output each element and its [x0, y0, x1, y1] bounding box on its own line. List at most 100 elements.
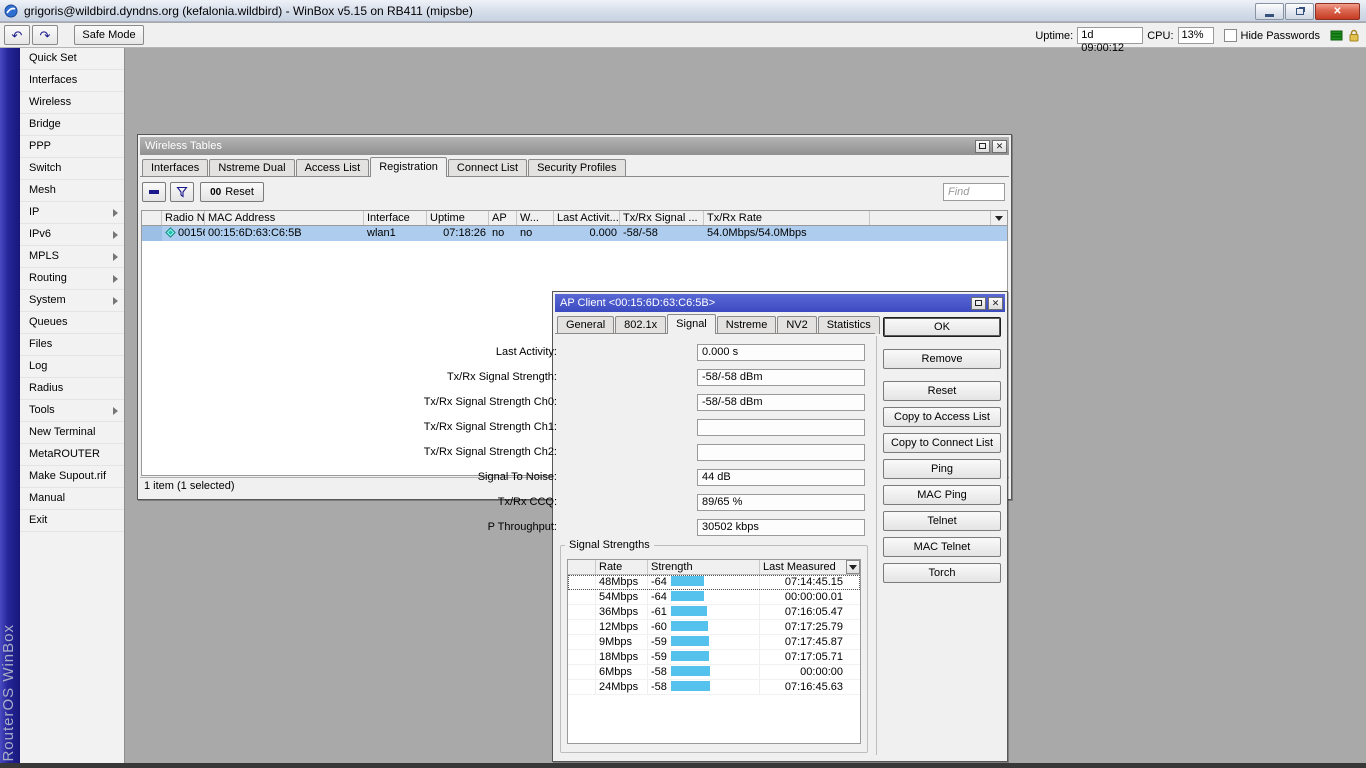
- sidebar-item-bridge[interactable]: Bridge: [20, 114, 124, 136]
- column-options-button[interactable]: [846, 560, 860, 574]
- tx-rx-signal-strength-field[interactable]: -58/-58 dBm: [697, 369, 865, 386]
- mac-telnet-button[interactable]: MAC Telnet: [883, 537, 1001, 557]
- tab-general[interactable]: General: [557, 316, 614, 334]
- undo-button[interactable]: ↶: [4, 25, 30, 45]
- sidebar-item-ppp[interactable]: PPP: [20, 136, 124, 158]
- wireless-tables-titlebar[interactable]: Wireless Tables ✕: [140, 137, 1009, 155]
- column-strength[interactable]: Strength: [648, 560, 760, 574]
- tx-rx-ccq-field[interactable]: 89/65 %: [697, 494, 865, 511]
- sidebar-menu: Quick Set Interfaces Wireless Bridge PPP…: [20, 48, 125, 768]
- sidebar-item-quick-set[interactable]: Quick Set: [20, 48, 124, 70]
- copy-to-access-list-button[interactable]: Copy to Access List: [883, 407, 1001, 427]
- maximize-button[interactable]: [971, 297, 986, 310]
- find-input[interactable]: Find: [943, 183, 1005, 201]
- reset-button[interactable]: 00 Reset: [200, 182, 264, 202]
- registration-entry-icon: [165, 227, 176, 238]
- last-activity-field[interactable]: 0.000 s: [697, 344, 865, 361]
- column-radio-name[interactable]: Radio Name/: [162, 211, 205, 225]
- column-select[interactable]: [142, 211, 162, 225]
- tx-rx-signal-ch1-field[interactable]: [697, 419, 865, 436]
- column-tx-rx-signal[interactable]: Tx/Rx Signal ...: [620, 211, 704, 225]
- signal-row[interactable]: 12Mbps -60 07:17:25.79: [568, 620, 860, 635]
- tab-nstreme[interactable]: Nstreme: [717, 316, 777, 334]
- column-w[interactable]: W...: [517, 211, 554, 225]
- tab-access-list[interactable]: Access List: [296, 159, 370, 177]
- tab-security-profiles[interactable]: Security Profiles: [528, 159, 625, 177]
- tab-statistics[interactable]: Statistics: [818, 316, 880, 334]
- sidebar-item-queues[interactable]: Queues: [20, 312, 124, 334]
- tx-rx-signal-ch2-field[interactable]: [697, 444, 865, 461]
- sidebar-item-interfaces[interactable]: Interfaces: [20, 70, 124, 92]
- filter-button[interactable]: [170, 182, 194, 202]
- redo-button[interactable]: ↷: [32, 25, 58, 45]
- column-rate[interactable]: Rate: [596, 560, 648, 574]
- sidebar-item-metarouter[interactable]: MetaROUTER: [20, 444, 124, 466]
- p-throughput-field[interactable]: 30502 kbps: [697, 519, 865, 536]
- sidebar-item-switch[interactable]: Switch: [20, 158, 124, 180]
- tab-signal[interactable]: Signal: [667, 314, 716, 334]
- remove-entry-button[interactable]: [142, 182, 166, 202]
- ap-client-titlebar[interactable]: AP Client <00:15:6D:63:C6:5B> ✕: [555, 294, 1005, 312]
- signal-row[interactable]: 24Mbps -58 07:16:45.63: [568, 680, 860, 695]
- column-last-measured[interactable]: Last Measured: [760, 560, 846, 574]
- torch-button[interactable]: Torch: [883, 563, 1001, 583]
- maximize-icon: [979, 143, 986, 149]
- safe-mode-button[interactable]: Safe Mode: [74, 25, 144, 45]
- signal-row[interactable]: 18Mbps -59 07:17:05.71: [568, 650, 860, 665]
- sidebar-item-mesh[interactable]: Mesh: [20, 180, 124, 202]
- main-toolbar: ↶ ↷ Safe Mode Uptime: 1d 09:00:12 CPU: 1…: [0, 23, 1366, 48]
- tab-nv2[interactable]: NV2: [777, 316, 816, 334]
- registration-table-header: Radio Name/ MAC Address Interface Uptime…: [141, 210, 1008, 226]
- signal-to-noise-field[interactable]: 44 dB: [697, 469, 865, 486]
- close-button[interactable]: ✕: [988, 297, 1003, 310]
- sidebar-item-ipv6[interactable]: IPv6: [20, 224, 124, 246]
- tab-8021x[interactable]: 802.1x: [615, 316, 666, 334]
- sidebar-item-log[interactable]: Log: [20, 356, 124, 378]
- sidebar-item-files[interactable]: Files: [20, 334, 124, 356]
- tab-interfaces[interactable]: Interfaces: [142, 159, 208, 177]
- signal-row[interactable]: 48Mbps -64 07:14:45.15: [568, 575, 860, 590]
- dropdown-arrow-icon: [995, 216, 1003, 221]
- tab-connect-list[interactable]: Connect List: [448, 159, 527, 177]
- signal-row[interactable]: 9Mbps -59 07:17:45.87: [568, 635, 860, 650]
- sidebar-item-make-supout[interactable]: Make Supout.rif: [20, 466, 124, 488]
- telnet-button[interactable]: Telnet: [883, 511, 1001, 531]
- tab-nstreme-dual[interactable]: Nstreme Dual: [209, 159, 294, 177]
- sidebar-item-ip[interactable]: IP: [20, 202, 124, 224]
- column-last-activity[interactable]: Last Activit...: [554, 211, 620, 225]
- sidebar-item-manual[interactable]: Manual: [20, 488, 124, 510]
- close-button[interactable]: ✕: [992, 140, 1007, 153]
- sidebar-item-tools[interactable]: Tools: [20, 400, 124, 422]
- sidebar-item-exit[interactable]: Exit: [20, 510, 124, 532]
- column-ap[interactable]: AP: [489, 211, 517, 225]
- column-interface[interactable]: Interface: [364, 211, 427, 225]
- tab-registration[interactable]: Registration: [370, 157, 447, 177]
- sidebar-item-system[interactable]: System: [20, 290, 124, 312]
- reset-button[interactable]: Reset: [883, 381, 1001, 401]
- close-icon: ✕: [992, 299, 1000, 308]
- column-options-button[interactable]: [991, 211, 1007, 225]
- minimize-button[interactable]: [1255, 3, 1284, 20]
- sidebar-item-radius[interactable]: Radius: [20, 378, 124, 400]
- signal-row[interactable]: 54Mbps -64 00:00:00.01: [568, 590, 860, 605]
- ping-button[interactable]: Ping: [883, 459, 1001, 479]
- sidebar-item-wireless[interactable]: Wireless: [20, 92, 124, 114]
- hide-passwords-checkbox[interactable]: [1224, 29, 1237, 42]
- signal-row[interactable]: 36Mbps -61 07:16:05.47: [568, 605, 860, 620]
- sidebar-item-routing[interactable]: Routing: [20, 268, 124, 290]
- maximize-button[interactable]: [975, 140, 990, 153]
- tx-rx-signal-ch0-field[interactable]: -58/-58 dBm: [697, 394, 865, 411]
- column-uptime[interactable]: Uptime: [427, 211, 489, 225]
- copy-to-connect-list-button[interactable]: Copy to Connect List: [883, 433, 1001, 453]
- registration-row-selected[interactable]: 00156D63... 00:15:6D:63:C6:5B wlan1 07:1…: [142, 226, 1007, 241]
- mac-ping-button[interactable]: MAC Ping: [883, 485, 1001, 505]
- signal-row[interactable]: 6Mbps -58 00:00:00: [568, 665, 860, 680]
- ok-button[interactable]: OK: [883, 317, 1001, 337]
- remove-button[interactable]: Remove: [883, 349, 1001, 369]
- column-mac-address[interactable]: MAC Address: [205, 211, 364, 225]
- close-button[interactable]: ✕: [1315, 3, 1360, 20]
- sidebar-item-new-terminal[interactable]: New Terminal: [20, 422, 124, 444]
- sidebar-item-mpls[interactable]: MPLS: [20, 246, 124, 268]
- column-tx-rx-rate[interactable]: Tx/Rx Rate: [704, 211, 870, 225]
- restore-button[interactable]: [1285, 3, 1314, 20]
